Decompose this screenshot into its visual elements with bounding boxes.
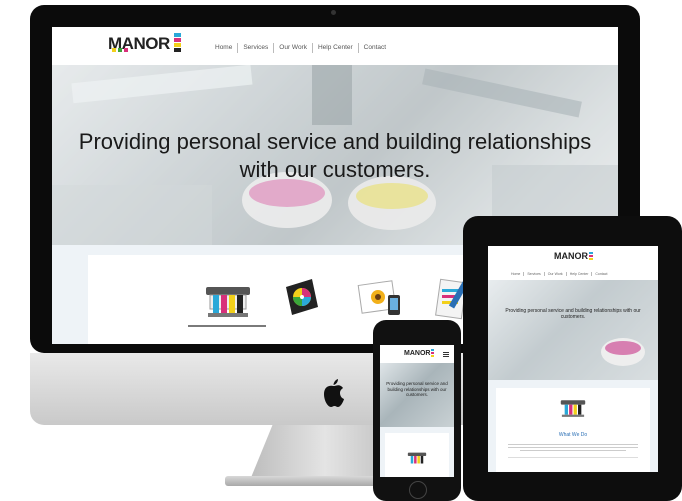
photos-icon[interactable] (356, 277, 406, 319)
tablet-services-section: What We Do (488, 380, 658, 472)
tablet-nav-our-work[interactable]: Our Work (543, 272, 566, 276)
camera-icon (331, 10, 336, 15)
phone-hero: Providing personal service and building … (380, 363, 454, 427)
phone-logo-text: MANOR (404, 350, 431, 357)
tablet-printer-icon[interactable] (559, 398, 587, 418)
tablet-nav: Home Services Our Work Help Center Conta… (508, 272, 610, 276)
hero-headline-line-1: Providing personal service and building … (78, 129, 592, 154)
phone-printer-icon[interactable] (407, 451, 427, 466)
phone-logo[interactable]: MANOR (404, 349, 435, 357)
hero-headline: Providing personal service and building … (62, 128, 608, 184)
phone-services-card (385, 433, 449, 477)
tablet-logo-text: MANOR (554, 251, 588, 261)
nav-services[interactable]: Services (237, 43, 273, 53)
hamburger-icon[interactable] (443, 352, 449, 357)
tablet-nav-help-center[interactable]: Help Center (565, 272, 592, 276)
site-logo[interactable]: MANOR (108, 33, 181, 54)
nav-contact[interactable]: Contact (357, 43, 391, 53)
main-nav: Home Services Our Work Help Center Conta… (210, 43, 391, 53)
nav-help-center[interactable]: Help Center (311, 43, 358, 53)
nav-home[interactable]: Home (210, 43, 237, 53)
tablet-nav-contact[interactable]: Contact (591, 272, 610, 276)
site-header: MANOR Home Services Our Work Help Center… (52, 27, 618, 65)
tablet-section-title: What We Do (558, 432, 588, 438)
hero-headline-line-2: with our customers. (239, 157, 431, 182)
phone-home-button[interactable] (409, 481, 427, 499)
tablet-hero-image (488, 280, 658, 380)
logo-square (123, 48, 128, 52)
color-wheel-icon[interactable] (282, 277, 322, 319)
tablet-body-text-lines (508, 442, 638, 460)
service-active-underline (188, 325, 266, 327)
tablet-nav-services[interactable]: Services (523, 272, 543, 276)
phone-services-section (380, 427, 454, 477)
tablet-services-card: What We Do (496, 388, 650, 472)
logo-square (117, 48, 122, 52)
tablet-hero-headline: Providing personal service and building … (505, 308, 641, 320)
logo-color-bars (173, 33, 181, 52)
phone-screen: MANOR Providing personal service and bui… (380, 345, 454, 477)
tablet-logo[interactable]: MANOR (554, 251, 593, 261)
tablet-hero: Providing personal service and building … (488, 280, 658, 380)
nav-our-work[interactable]: Our Work (273, 43, 312, 53)
apple-logo-icon (324, 379, 344, 407)
logo-square (111, 48, 116, 52)
tablet-screen: MANOR Home Services Our Work Help Center… (488, 246, 658, 472)
tablet-nav-home[interactable]: Home (508, 272, 523, 276)
printer-icon[interactable] (204, 283, 252, 319)
phone-hero-headline: Providing personal service and building … (386, 381, 448, 397)
